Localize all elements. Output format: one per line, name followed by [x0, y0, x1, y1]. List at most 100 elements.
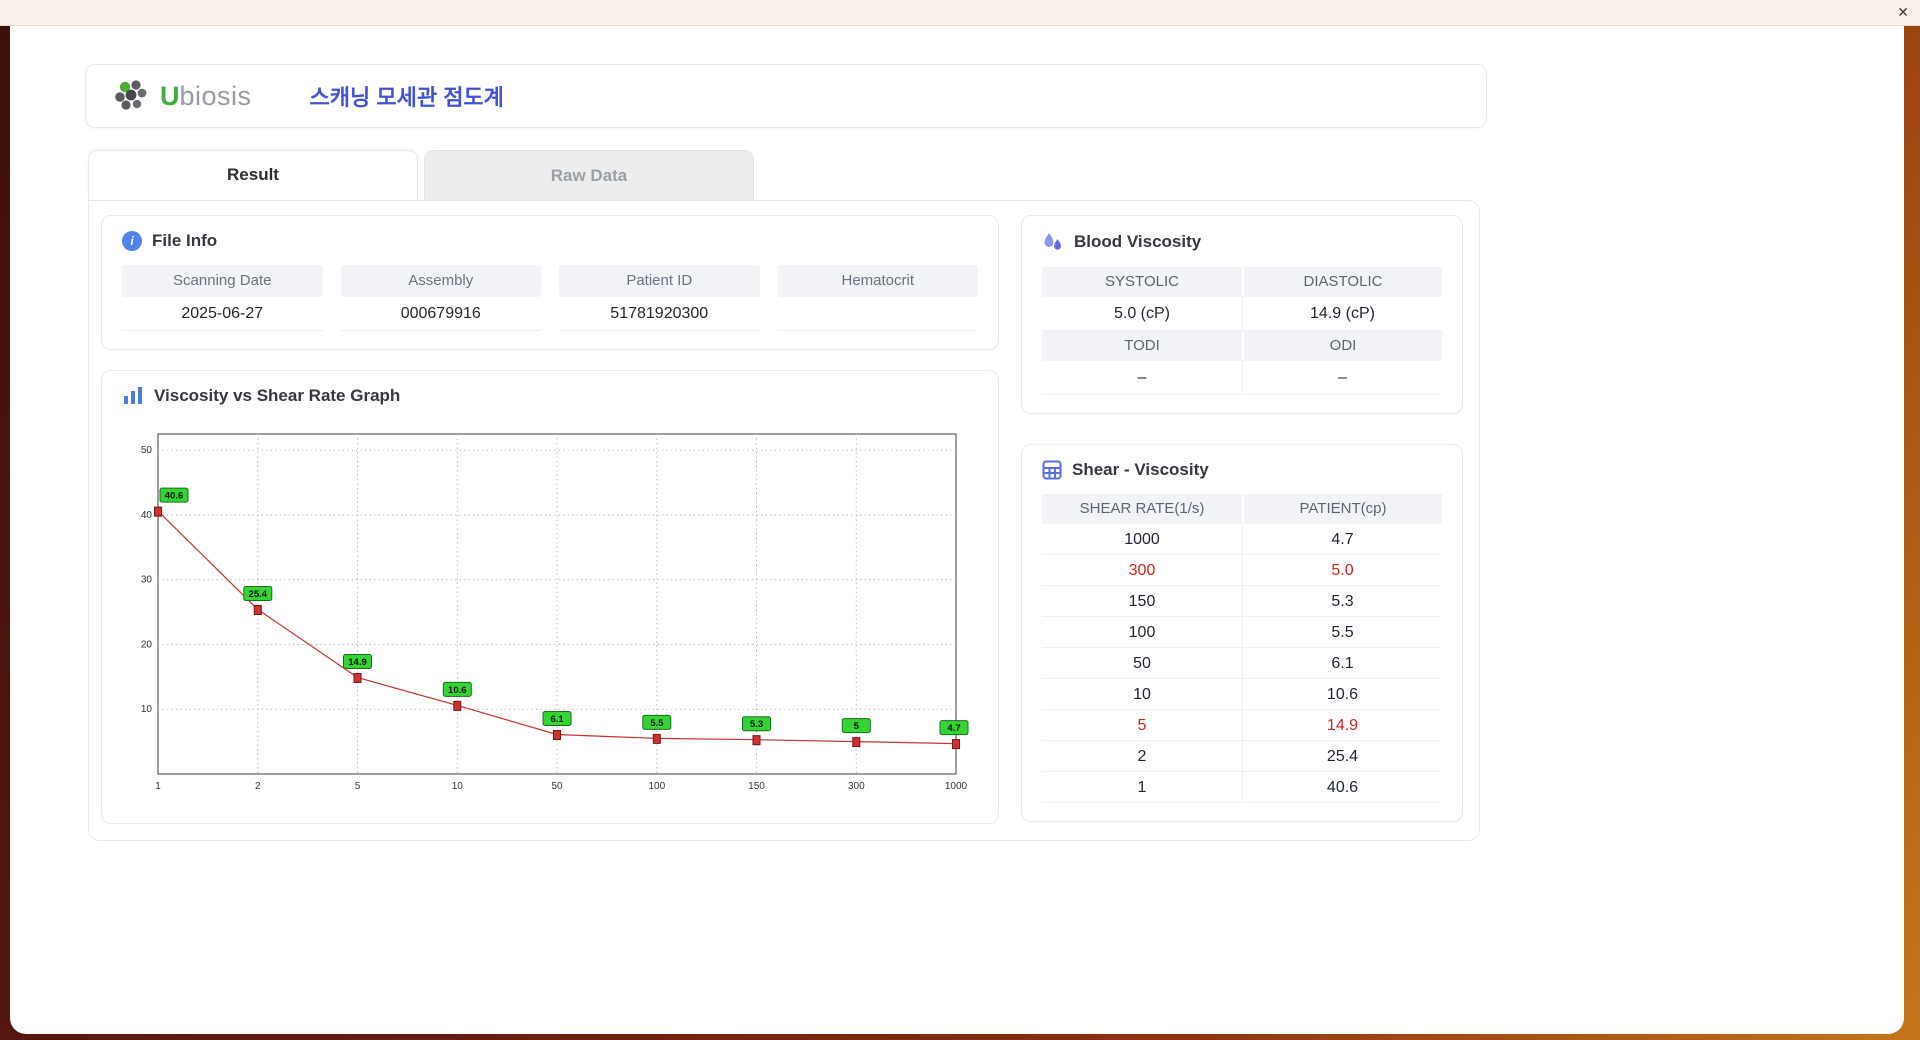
shear-rate-cell: 50 — [1042, 648, 1242, 679]
shear-rate-cell: 100 — [1042, 617, 1242, 648]
shear-rate-cell: 2 — [1042, 741, 1242, 772]
file-info-field: Patient ID 51781920300 — [559, 265, 760, 331]
svg-text:5: 5 — [355, 781, 361, 792]
bv-value-cell: 14.9 (cP) — [1242, 297, 1442, 331]
file-info-field: Hematocrit — [777, 265, 978, 331]
svg-text:10: 10 — [141, 704, 153, 715]
svg-text:10.6: 10.6 — [448, 685, 467, 696]
tab-bar: Result Raw Data — [88, 150, 1904, 200]
patient-cell: 14.9 — [1242, 710, 1442, 741]
graph-title-row: Viscosity vs Shear Rate Graph — [122, 386, 978, 406]
column-header: PATIENT(cp) — [1242, 494, 1442, 524]
left-column: i File Info Scanning Date 2025-06-27 Assem… — [101, 215, 999, 824]
shear-viscosity-title-row: Shear - Viscosity — [1042, 460, 1442, 480]
header-card: Ubiosis 스캐닝 모세관 점도계 — [85, 64, 1487, 128]
graph-title: Viscosity vs Shear Rate Graph — [154, 386, 401, 405]
file-info-field: Scanning Date 2025-06-27 — [122, 265, 323, 331]
patient-cell: 5.3 — [1242, 586, 1442, 617]
desktop-background: ✕ Ubiosis 스캐닝 모세관 점도계 Result Raw Data i … — [0, 0, 1920, 1040]
app-title: 스캐닝 모세관 점도계 — [309, 85, 504, 110]
patient-cell: 25.4 — [1242, 741, 1442, 772]
app-window: Ubiosis 스캐닝 모세관 점도계 Result Raw Data i Fi… — [10, 26, 1904, 1034]
svg-text:5.5: 5.5 — [650, 718, 664, 729]
blood-viscosity-grid: SYSTOLIC DIASTOLIC 5.0 (cP) 14.9 (cP) TODI OD… — [1042, 267, 1442, 395]
bv-value-cell: – — [1242, 361, 1442, 395]
shear-rate-cell: 5 — [1042, 710, 1242, 741]
tab-raw-data[interactable]: Raw Data — [424, 150, 754, 200]
right-column: Blood Viscosity SYSTOLIC DIASTOLIC 5.0 (cP… — [1021, 215, 1463, 824]
field-label: Patient ID — [559, 265, 760, 297]
patient-cell: 5.0 — [1242, 555, 1442, 586]
patient-cell: 10.6 — [1242, 679, 1442, 710]
field-value: 2025-06-27 — [122, 297, 323, 331]
patient-cell: 6.1 — [1242, 648, 1442, 679]
bar-chart-icon — [124, 387, 142, 404]
blood-viscosity-title: Blood Viscosity — [1074, 232, 1202, 251]
field-label: Assembly — [340, 265, 541, 297]
graph-card: Viscosity vs Shear Rate Graph 10 20 30 40 50… — [101, 370, 999, 824]
tab-result[interactable]: Result — [88, 150, 418, 200]
shear-viscosity-title: Shear - Viscosity — [1072, 460, 1209, 479]
svg-text:2: 2 — [255, 781, 261, 792]
bv-value-cell: 5.0 (cP) — [1042, 297, 1242, 331]
patient-cell: 5.5 — [1242, 617, 1442, 648]
svg-text:50: 50 — [551, 781, 563, 792]
shear-rate-cell: 1000 — [1042, 524, 1242, 555]
svg-text:14.9: 14.9 — [348, 657, 367, 668]
viscosity-chart-svg: 10 20 30 40 50 1 2 5 10 50 100 150 300 1000 40.6 25.4 14… — [141, 433, 969, 792]
svg-text:30: 30 — [141, 575, 153, 586]
svg-text:10: 10 — [452, 781, 464, 792]
bv-header-cell: TODI — [1042, 331, 1242, 361]
svg-text:20: 20 — [141, 640, 153, 651]
ubiosis-logo-icon — [115, 80, 147, 110]
svg-text:300: 300 — [848, 781, 865, 792]
svg-text:1: 1 — [155, 781, 161, 792]
shear-rate-cell: 300 — [1042, 555, 1242, 586]
info-icon: i — [122, 231, 142, 251]
viscosity-chart: 10 20 30 40 50 1 2 5 10 50 100 150 300 1000 40.6 25.4 14… — [122, 420, 978, 805]
bv-header-cell: ODI — [1242, 331, 1442, 361]
svg-text:1000: 1000 — [945, 781, 968, 792]
svg-text:4.7: 4.7 — [947, 723, 960, 734]
svg-text:100: 100 — [648, 781, 665, 792]
field-label: Hematocrit — [777, 265, 978, 297]
window-titlebar: ✕ — [0, 0, 1920, 26]
brand-text: Ubiosis — [160, 81, 252, 112]
shear-viscosity-table: SHEAR RATE(1/s) PATIENT(cp) 1000 4.7 300 5.0 1… — [1042, 494, 1442, 803]
field-label: Scanning Date — [122, 265, 323, 297]
field-value: 51781920300 — [559, 297, 760, 331]
result-panel: i File Info Scanning Date 2025-06-27 Assem… — [88, 200, 1480, 841]
file-info-field: Assembly 000679916 — [340, 265, 541, 331]
brand-logo: Ubiosis — [112, 77, 252, 115]
svg-text:40: 40 — [141, 510, 153, 521]
blood-viscosity-card: Blood Viscosity SYSTOLIC DIASTOLIC 5.0 (cP… — [1021, 215, 1463, 414]
field-value — [777, 297, 978, 331]
bv-header-cell: SYSTOLIC — [1042, 267, 1242, 297]
file-info-fields: Scanning Date 2025-06-27 Assembly 000679916… — [122, 265, 978, 331]
droplets-icon — [1044, 233, 1061, 250]
close-icon[interactable]: ✕ — [1897, 4, 1909, 20]
field-value: 000679916 — [340, 297, 541, 331]
svg-text:150: 150 — [748, 781, 765, 792]
svg-text:40.6: 40.6 — [165, 491, 184, 502]
svg-text:5.3: 5.3 — [750, 719, 763, 730]
calculator-icon — [1042, 460, 1062, 480]
file-info-card: i File Info Scanning Date 2025-06-27 Assem… — [101, 215, 999, 350]
patient-cell: 4.7 — [1242, 524, 1442, 555]
svg-text:6.1: 6.1 — [550, 714, 564, 725]
column-header: SHEAR RATE(1/s) — [1042, 494, 1242, 524]
svg-text:25.4: 25.4 — [249, 589, 268, 600]
svg-text:5: 5 — [854, 721, 860, 732]
svg-text:50: 50 — [141, 445, 153, 456]
shear-rate-cell: 150 — [1042, 586, 1242, 617]
patient-cell: 40.6 — [1242, 772, 1442, 803]
bv-header-cell: DIASTOLIC — [1242, 267, 1442, 297]
bv-value-cell: – — [1042, 361, 1242, 395]
shear-rate-cell: 10 — [1042, 679, 1242, 710]
brand-letter-u: U — [160, 80, 180, 111]
brand-letters-rest: biosis — [179, 80, 252, 111]
shear-rate-cell: 1 — [1042, 772, 1242, 803]
shear-viscosity-card: Shear - Viscosity SHEAR RATE(1/s) PATIENT… — [1021, 444, 1463, 822]
file-info-title-row: i File Info — [122, 231, 978, 251]
blood-viscosity-title-row: Blood Viscosity — [1042, 231, 1442, 253]
